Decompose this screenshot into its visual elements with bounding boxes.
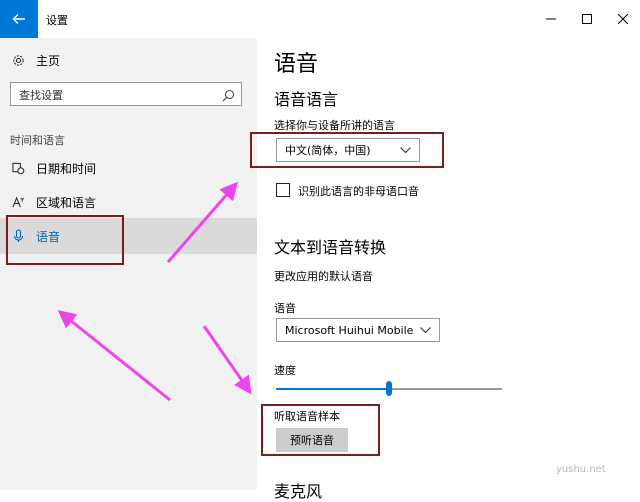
- minimize-icon: [546, 18, 556, 20]
- speech-language-heading: 语音语言: [274, 90, 339, 109]
- sidebar-item-label: 区域和语言: [36, 195, 97, 210]
- accent-checkbox[interactable]: [276, 183, 290, 197]
- close-icon: [618, 14, 628, 24]
- gear-icon: [10, 52, 26, 68]
- watermark: yushu.net: [556, 464, 606, 475]
- sidebar-item-date-time[interactable]: 日期和时间: [0, 150, 257, 186]
- language-icon: [10, 194, 26, 210]
- dropdown-value: Microsoft Huihui Mobile: [285, 323, 414, 337]
- highlight-box-preview: [261, 404, 380, 456]
- slider-thumb[interactable]: [386, 381, 392, 396]
- speed-slider[interactable]: [276, 380, 502, 396]
- search-box[interactable]: [10, 82, 242, 106]
- search-icon[interactable]: [222, 87, 235, 106]
- voice-label: 语音: [274, 302, 296, 315]
- calendar-clock-icon: [10, 160, 26, 176]
- maximize-button[interactable]: [577, 10, 597, 28]
- default-voice-label: 更改应用的默认语音: [274, 270, 373, 283]
- search-input[interactable]: [17, 84, 221, 106]
- highlight-box-language-dropdown: [250, 132, 444, 168]
- sidebar-item-label: 日期和时间: [36, 161, 97, 176]
- title-bar: 设置: [0, 0, 640, 38]
- window-title: 设置: [46, 14, 68, 27]
- close-button[interactable]: [613, 10, 633, 28]
- sidebar-item-label: 主页: [36, 53, 61, 68]
- highlight-box-speech-nav: [6, 215, 124, 265]
- accent-checkbox-label: 识别此语言的非母语口音: [298, 185, 419, 198]
- voice-dropdown[interactable]: Microsoft Huihui Mobile: [276, 318, 440, 342]
- chevron-down-icon: [420, 326, 431, 334]
- tts-heading: 文本到语音转换: [274, 238, 387, 257]
- sidebar-section-header: 时间和语言: [10, 134, 65, 147]
- maximize-icon: [582, 14, 592, 24]
- back-arrow-icon: [12, 14, 25, 24]
- choose-language-label: 选择你与设备所讲的语言: [274, 119, 395, 132]
- back-button[interactable]: [0, 0, 38, 38]
- minimize-button[interactable]: [541, 10, 561, 28]
- page-title: 语音: [274, 52, 319, 77]
- speed-label: 速度: [274, 364, 296, 377]
- sidebar-item-home[interactable]: 主页: [0, 42, 257, 78]
- next-section-heading: 麦克风: [274, 482, 323, 501]
